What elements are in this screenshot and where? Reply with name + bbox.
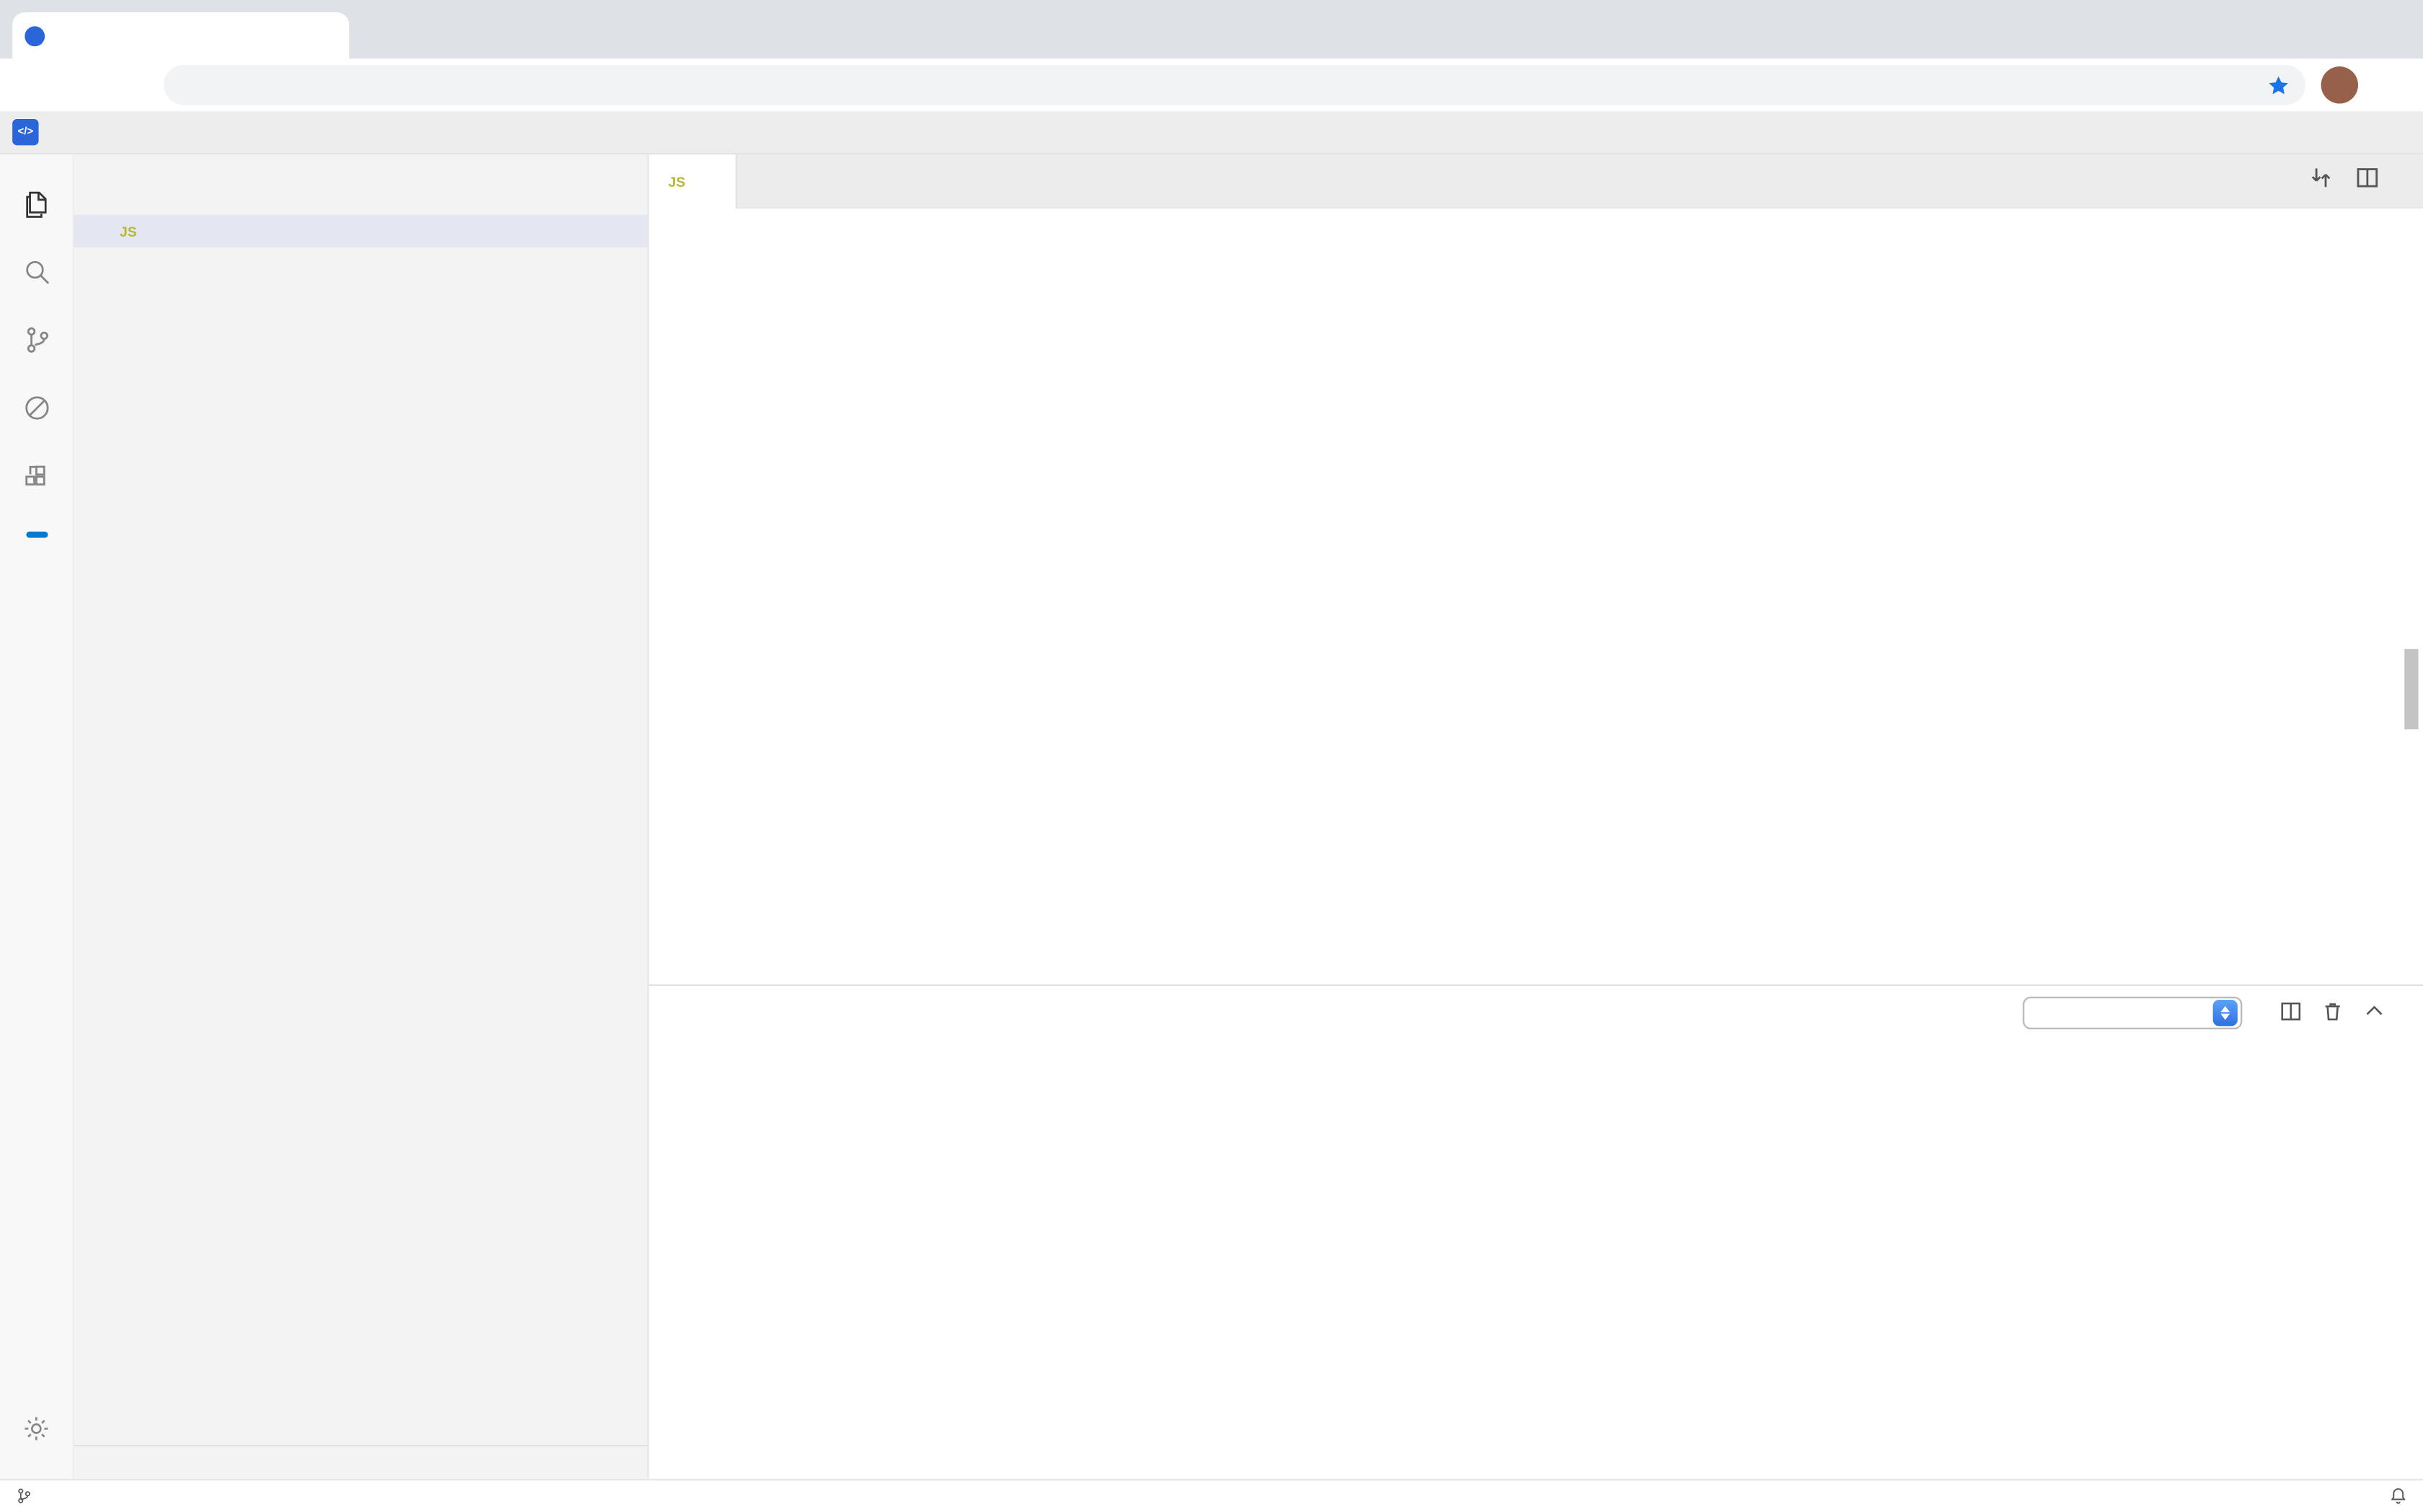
sidebar-title [74, 154, 648, 180]
open-changes-icon[interactable] [2308, 164, 2333, 197]
editor-group: JS [649, 154, 2423, 1478]
split-editor-icon[interactable] [2355, 164, 2380, 197]
workspace-header[interactable] [74, 247, 648, 281]
outline-header[interactable] [74, 1444, 648, 1478]
split-terminal-icon[interactable] [2279, 999, 2303, 1027]
workbench: JS JS [0, 154, 2423, 1478]
extensions-icon[interactable] [0, 442, 74, 510]
select-stepper-icon [2213, 1000, 2238, 1026]
browser-window: </> [0, 0, 2423, 1512]
address-bar[interactable] [164, 65, 2305, 105]
browser-tab[interactable] [12, 12, 349, 58]
maximize-panel-icon[interactable] [2362, 999, 2385, 1027]
explorer-icon[interactable] [0, 170, 74, 238]
js-file-icon: JS [116, 224, 141, 239]
browser-tab-bar [0, 0, 2423, 58]
explorer-sidebar: JS [74, 154, 649, 1478]
file-tree [74, 281, 648, 1444]
kill-terminal-icon[interactable] [2321, 999, 2344, 1027]
panel-header [649, 985, 2423, 1041]
debug-icon[interactable] [0, 374, 74, 441]
notifications-bell-icon[interactable] [2389, 1487, 2408, 1506]
bottom-panel [649, 984, 2423, 1479]
terminal[interactable] [649, 1041, 2423, 1478]
terminal-select[interactable] [2023, 997, 2242, 1029]
open-editor-item[interactable]: JS [74, 215, 648, 247]
source-control-icon[interactable] [0, 306, 74, 374]
settings-gear-icon[interactable] [0, 1394, 74, 1462]
search-icon[interactable] [0, 238, 74, 306]
htop-function-keys [649, 1044, 2423, 1067]
editor-tab[interactable]: JS [649, 154, 737, 208]
editor-tab-bar: JS [649, 154, 2423, 208]
activity-bar [0, 154, 74, 1478]
code-server-logo: </> [12, 119, 38, 145]
minimap[interactable] [2284, 215, 2398, 802]
js-file-icon: JS [664, 174, 689, 189]
bookmark-star-icon[interactable] [2267, 74, 2290, 97]
editor-scrollbar[interactable] [2404, 649, 2418, 729]
status-bar [0, 1478, 2423, 1512]
cpu-toggle-badge[interactable] [25, 532, 47, 538]
git-branch-indicator[interactable] [15, 1487, 38, 1506]
open-editors-header[interactable] [74, 181, 648, 215]
titlebar: </> [0, 111, 2423, 154]
profile-avatar[interactable] [2321, 66, 2358, 103]
site-favicon [25, 25, 45, 45]
browser-toolbar [0, 58, 2423, 111]
